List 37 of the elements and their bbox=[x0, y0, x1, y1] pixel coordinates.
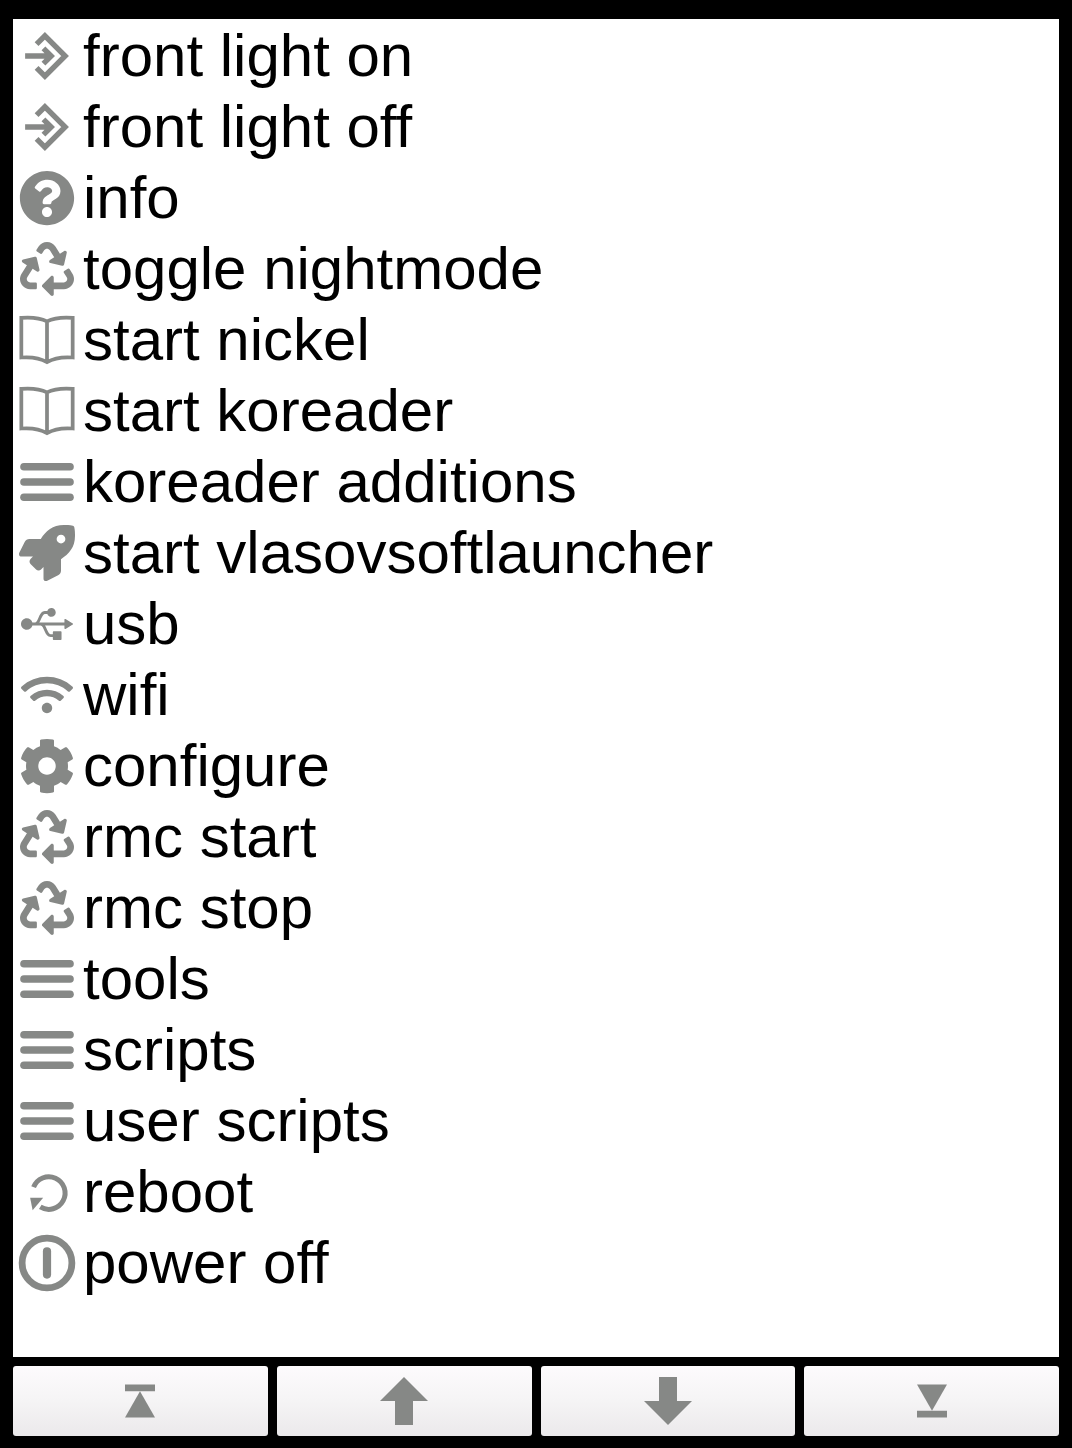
recycle-icon bbox=[20, 809, 74, 864]
menu-icon bbox=[20, 462, 74, 501]
menu-item[interactable]: start koreader bbox=[13, 375, 458, 446]
open-book-icon bbox=[19, 384, 75, 437]
menu-item[interactable]: configure bbox=[13, 730, 334, 801]
help-icon bbox=[19, 169, 75, 226]
rocket-icon bbox=[19, 524, 75, 581]
menu-item[interactable]: info bbox=[13, 162, 184, 233]
menu-icon bbox=[20, 1030, 74, 1069]
recycle-icon bbox=[20, 880, 74, 935]
menu-item[interactable]: usb bbox=[13, 588, 184, 659]
menu-item[interactable]: scripts bbox=[13, 1014, 261, 1085]
menu-item[interactable]: front light on bbox=[13, 20, 418, 91]
page-up-button[interactable] bbox=[276, 1366, 532, 1436]
settings-icon bbox=[19, 737, 75, 794]
menu-item[interactable]: start nickel bbox=[13, 304, 374, 375]
menu-icon bbox=[20, 959, 74, 998]
arrow-down-icon bbox=[643, 1377, 692, 1425]
menu-item[interactable]: reboot bbox=[13, 1156, 258, 1227]
menu-item[interactable]: toggle nightmode bbox=[13, 233, 548, 304]
menu-item[interactable]: power off bbox=[13, 1227, 333, 1298]
menu-item[interactable]: user scripts bbox=[13, 1085, 394, 1156]
arrow-up-icon bbox=[380, 1377, 429, 1425]
open-book-icon bbox=[19, 313, 75, 366]
scroll-to-bottom-button[interactable] bbox=[804, 1366, 1059, 1436]
menu-item[interactable]: rmc start bbox=[13, 801, 321, 872]
menu-item[interactable]: start vlasovsoftlauncher bbox=[13, 517, 718, 588]
menu-item[interactable]: rmc stop bbox=[13, 872, 318, 943]
menu-item[interactable]: tools bbox=[13, 943, 214, 1014]
scroll-to-top-button[interactable] bbox=[13, 1366, 268, 1436]
menu-item[interactable]: front light off bbox=[13, 91, 417, 162]
recycle-icon bbox=[20, 241, 74, 296]
page-down-button[interactable] bbox=[540, 1366, 796, 1436]
menu-icon bbox=[20, 1101, 74, 1140]
menu-item[interactable]: koreader additions bbox=[13, 446, 581, 517]
power-icon bbox=[18, 1233, 76, 1292]
menu-item[interactable]: wifi bbox=[13, 659, 174, 730]
